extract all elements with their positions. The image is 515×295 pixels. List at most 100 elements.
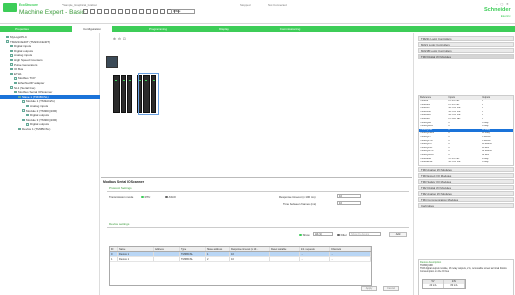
tree-item[interactable]: Analog inputs: [0, 104, 48, 108]
column-header[interactable]: Channels: [330, 247, 371, 251]
catalog-section[interactable]: M221 Logic Controllers: [418, 42, 514, 47]
tab-configuration[interactable]: Configuration: [72, 26, 112, 32]
redo-icon[interactable]: [139, 9, 144, 14]
tree-node-icon: [26, 113, 29, 117]
tab-properties[interactable]: Properties: [2, 26, 42, 32]
column-header[interactable]: Reset variable: [270, 247, 300, 251]
table-cell: 10: [230, 252, 270, 256]
tree-node-icon: [10, 86, 13, 89]
tree-item[interactable]: Modbus TCP: [0, 76, 35, 80]
tree-item[interactable]: Pulse Generators: [0, 63, 37, 67]
add-button[interactable]: Add: [389, 232, 407, 237]
tree-item[interactable]: ETH1: [0, 72, 22, 76]
filter-input[interactable]: Show by device: [349, 232, 381, 236]
module-image[interactable]: [121, 75, 126, 113]
tree-item[interactable]: Digital inputs: [0, 44, 31, 48]
tree-item[interactable]: IO Bus: [0, 67, 23, 71]
tree-item[interactable]: Slave 1 (TM3BCSL): [0, 94, 100, 99]
zoom-toolbar[interactable]: ⊕⊖⊡: [113, 37, 128, 41]
catalog-section[interactable]: Cartridges: [418, 203, 514, 208]
device-settings-label: Device settings: [109, 222, 130, 226]
time-between-label: Time between frames (ms): [283, 202, 317, 206]
module-list-cell: TM3DM24R: [420, 161, 433, 164]
module-list-cell: 16 x 24 Vdc: [448, 161, 461, 164]
tab-commissioning[interactable]: Commissioning: [270, 26, 310, 32]
cancel-button[interactable]: Cancel: [383, 286, 399, 291]
tree-node-icon: [14, 90, 17, 94]
rtu-radio[interactable]: RTU: [141, 195, 150, 199]
filter-radio[interactable]: Filter: [337, 233, 347, 237]
time-between-input[interactable]: 10: [337, 201, 361, 205]
cut-icon[interactable]: [111, 9, 116, 14]
show-radio[interactable]: Show: [299, 233, 310, 237]
tree-item-label: ETH1: [14, 71, 22, 76]
catalog-section[interactable]: TM2 Analog I/O Modules: [418, 191, 514, 196]
mode-select[interactable]: Offline: [171, 9, 195, 14]
tree-item[interactable]: Modbus Serial IOScanner: [0, 90, 52, 94]
tree-item[interactable]: High Speed Counters: [0, 58, 43, 62]
tree-node-icon: [10, 54, 13, 57]
tree-item-label: Digital outputs: [14, 48, 34, 53]
config-panel: Modbus Serial IOScanner Protocol Setting…: [101, 177, 412, 295]
tree-item[interactable]: TM221CE40T (TM221CE40T): [0, 40, 50, 44]
tree-item[interactable]: Device 1 (TM3BCSL): [0, 127, 50, 131]
column-header[interactable]: Init. requests: [300, 247, 330, 251]
tree-item[interactable]: Digital outputs: [0, 49, 33, 53]
module-list-item[interactable]: TM3DM24R 16 x 24 Vdc 8 relay: [419, 161, 513, 165]
module-image[interactable]: [113, 75, 120, 113]
apply-button[interactable]: Apply: [361, 286, 377, 291]
open-folder-icon[interactable]: [90, 9, 95, 14]
ascii-radio[interactable]: ASCII: [165, 195, 176, 199]
tree-item[interactable]: Module 3 (TM3DQ16R): [0, 118, 57, 122]
brand-name: EcoStruxure: [19, 3, 38, 7]
tree-item[interactable]: SL1 (Serial line): [0, 86, 35, 90]
print-icon[interactable]: [104, 9, 109, 14]
module-selection-frame: [138, 73, 159, 115]
catalog-section[interactable]: TM3 Expert I/O Modules: [418, 173, 514, 178]
column-header[interactable]: Type: [180, 247, 206, 251]
column-header[interactable]: Slave address: [206, 247, 230, 251]
catalog-section[interactable]: TM3 Digital I/O Modules: [418, 54, 514, 59]
catalog-section[interactable]: TM2 Digital I/O Modules: [418, 185, 514, 190]
tab-programming[interactable]: Programming: [138, 26, 178, 32]
module-image[interactable]: [127, 75, 132, 113]
column-header[interactable]: Address: [154, 247, 180, 251]
tree-item[interactable]: Digital outputs: [0, 122, 49, 126]
table-cell: 2: [206, 257, 230, 261]
tree-node-icon: [22, 118, 25, 122]
copy-icon[interactable]: [118, 9, 123, 14]
column-header[interactable]: Name: [118, 247, 154, 251]
save-icon[interactable]: [97, 9, 102, 14]
undo-icon[interactable]: [132, 9, 137, 14]
settings-icon[interactable]: [146, 9, 151, 14]
catalog-section[interactable]: TM3 Safety I/O Modules: [418, 179, 514, 184]
tree-item[interactable]: EtherNet/IP adapter: [0, 81, 44, 85]
catalog-section[interactable]: TM221 Logic Controllers: [418, 36, 514, 41]
column-header[interactable]: Response timeout (x 10...: [230, 247, 270, 251]
tree-item[interactable]: Digital outputs: [0, 113, 49, 117]
tree-item-label: SL1 (Serial line): [14, 85, 36, 90]
window-controls[interactable]: ‒ ▢ ✕: [496, 2, 510, 6]
controller-image[interactable]: [106, 56, 118, 68]
show-select[interactable]: All (1): [313, 232, 333, 236]
catalog-section[interactable]: M221B Logic Controllers: [418, 48, 514, 53]
paste-icon[interactable]: [125, 9, 130, 14]
run-icon[interactable]: [160, 9, 165, 14]
tree-item-label: Module 1 (TM3AI4/G): [26, 99, 55, 104]
tree-item[interactable]: Module 1 (TM3AI4/G): [0, 99, 55, 103]
catalog-section[interactable]: TM3 Analog I/O Modules: [418, 167, 514, 172]
response-timeout-input[interactable]: 10: [337, 194, 361, 198]
zoom-fit-icon[interactable]: ⊡: [123, 37, 128, 41]
tree-item[interactable]: Analog inputs: [0, 53, 32, 57]
new-file-icon[interactable]: [83, 9, 88, 14]
column-header[interactable]: ID: [110, 247, 118, 251]
tree-node-icon: [6, 40, 9, 43]
catalog-section[interactable]: TM4 Communication Modules: [418, 197, 514, 202]
tab-display[interactable]: Display: [204, 26, 244, 32]
tree-item-label: MyLogicPLC: [10, 35, 28, 39]
tree-item[interactable]: Module 2 (TM3DQ16R): [0, 109, 57, 113]
tree-item-label: Pulse Generators: [14, 62, 38, 67]
tree-item-label: Modbus Serial IOScanner: [18, 90, 53, 95]
help-icon[interactable]: [153, 9, 158, 14]
tree-item[interactable]: MyLogicPLC: [0, 35, 27, 39]
